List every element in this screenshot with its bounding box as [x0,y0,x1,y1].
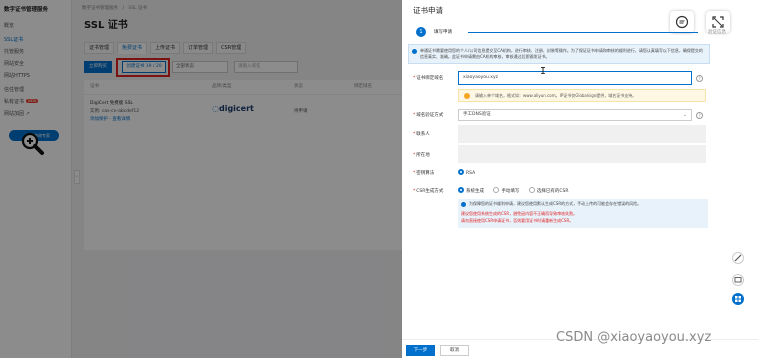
verify-method-select[interactable]: 手工DNS验证 ⌄ [458,109,692,121]
algo-rsa-label: RSA [466,171,476,176]
domain-warning: 请输入单个域名，格式如：www.aliyun.com。IP证书仅Globalsi… [458,89,706,102]
algo-rsa-option[interactable]: RSA [458,169,475,176]
radio-icon [493,187,500,193]
help-icon[interactable]: ? [696,75,703,82]
expand-icon [712,16,724,28]
verify-label-text: 域名验证方式 [416,113,444,118]
apply-info-text: 单通证书需要使用您的个人/公司信息提交至CA机构，进行审核、注册、封装等操作。为… [420,48,703,59]
csr-option-manual[interactable]: 手动填写 [493,187,519,194]
pencil-icon [734,254,742,262]
edit-tool-button[interactable] [732,252,744,264]
chat-icon [675,15,689,29]
location-label-text: 所在地 [416,153,430,158]
domain-warning-text: 请输入单个域名，格式如：www.aliyun.com。IP证书仅Globalsi… [475,93,637,98]
csr-label-text: CSR生成方式 [416,189,444,194]
step-2-label: 验证信息 [708,30,726,35]
message-tool-button[interactable] [732,274,744,286]
warning-icon [464,93,470,99]
grid-icon [735,296,741,302]
domain-label-text: 证书绑定域名 [416,76,444,81]
feedback-chat-button[interactable] [670,11,694,33]
chevron-down-icon: ⌄ [682,112,687,118]
csr-radio-group: 系统生成 手动填写 选择已有的CSR [458,187,577,194]
csr-option-label: 选择已有的CSR [536,189,569,194]
domain-label: *证书绑定域名 [413,76,444,81]
cert-apply-drawer: 证书申请 1 填写申请 验证信息 单通证书需要使用您的个人/公司信息提交至CA机… [402,0,758,358]
algo-label-text: 密钥算法 [416,171,435,176]
contact-label-text: 联系人 [416,132,430,137]
algo-radio-group: RSA [458,169,483,176]
location-field[interactable] [458,145,706,163]
info-icon [412,49,417,54]
csr-label: *CSR生成方式 [413,189,444,194]
csr-option-label: 手动填写 [501,189,520,194]
radio-selected-icon [458,187,464,193]
modal-mask[interactable] [0,0,402,358]
radio-selected-icon [458,169,464,175]
step-1-label: 填写申请 [434,30,452,35]
algo-label: *密钥算法 [413,171,435,176]
drawer-title: 证书申请 [413,6,443,15]
radio-icon [528,187,535,193]
info-icon [461,202,466,207]
csr-option-system[interactable]: 系统生成 [458,187,484,194]
next-step-button[interactable]: 下一步 [406,345,435,356]
message-icon [734,277,742,283]
step-1-dot: 1 [416,27,426,37]
cancel-button[interactable]: 取消 [440,345,469,356]
verify-method-value: 手工DNS验证 [463,112,491,117]
contact-field[interactable] [458,125,706,143]
csr-info-text: 为保障您的证书顺利申请，建议您使用默认生成CSR的方式，手动上传的可能会存在错误… [469,201,642,206]
csr-option-existing[interactable]: 选择已有的CSR [528,187,569,194]
apply-info-notice: 单通证书需要使用您的个人/公司信息提交至CA机构，进行审核、注册、封装等操作。为… [408,44,710,64]
contact-label: *联系人 [413,132,430,137]
verify-label: *域名验证方式 [413,113,444,118]
csr-info-box: 为保障您的证书顺利申请，建议您使用默认生成CSR的方式，手动上传的可能会存在错误… [458,199,708,228]
help-icon[interactable]: ? [696,112,703,119]
apps-tool-button[interactable] [732,293,744,305]
location-label: *所在地 [413,153,430,158]
text-cursor-icon: I [540,66,547,77]
csr-warning-line: 请勿直接使用CSR申请证书，否则要用证书时请重新生成CSR。 [461,218,574,223]
step-connector [468,32,698,33]
csr-option-label: 系统生成 [466,189,484,194]
csdn-watermark: CSDN @xiaoyaoyou.xyz [556,330,712,345]
csr-warning-line: 建议您使用系统生成的CSR，避免因内容不正确而导致审核失败。 [461,211,578,216]
domain-input[interactable]: xiaoyaoyou.xyz [458,71,692,85]
